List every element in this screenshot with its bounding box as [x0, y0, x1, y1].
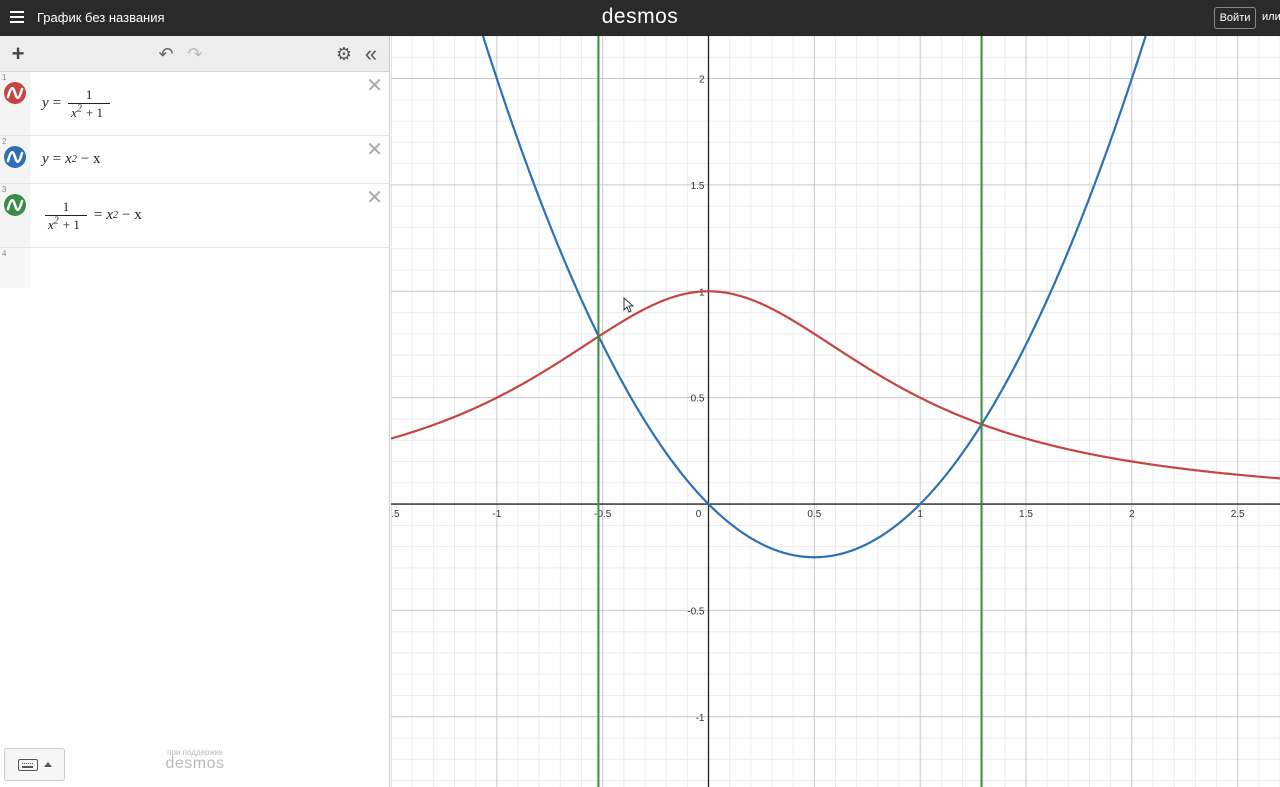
- math-rest: + 1: [85, 104, 104, 120]
- y-tick-label: 0.5: [691, 394, 705, 405]
- keyboard-icon: [17, 758, 38, 771]
- menu-icon[interactable]: [10, 11, 24, 23]
- caret-up-icon: [43, 762, 52, 767]
- expression-item-2[interactable]: 2 y = x2 − x ✕: [0, 136, 389, 184]
- plus-icon[interactable]: +: [6, 36, 30, 72]
- math-equals: =: [52, 95, 62, 111]
- expression-item-3[interactable]: 3 1 x2 + 1 = x 2 − x ✕: [0, 184, 389, 248]
- expression-gutter: 4: [0, 248, 30, 288]
- x-tick-label: 2.5: [1231, 509, 1245, 520]
- math-lhs: y: [42, 95, 49, 111]
- y-tick-label: 1: [699, 287, 705, 298]
- math-exponent: 2: [53, 215, 59, 227]
- desmos-logo: desmos: [601, 5, 679, 28]
- powered-by-logo: desmos: [165, 755, 225, 772]
- x-tick-label: 0.5: [807, 509, 821, 520]
- expression-panel: + ↶ ↷ ⚙ « 1 y = 1 x2 + 1 ✕ 2 y = x 2 − x…: [0, 36, 390, 787]
- y-tick-label: 1.5: [691, 181, 705, 192]
- graph-paper[interactable]: -1.5 -1 -0.5 0 0.5 1 1.5 2 2.5 -1 -0.5 0.5 1 1.5 2: [391, 36, 1280, 787]
- math-rest: − x: [122, 207, 142, 223]
- gear-icon[interactable]: ⚙: [333, 36, 355, 72]
- login-button[interactable]: Войти: [1214, 7, 1256, 29]
- curve-icon[interactable]: [4, 194, 26, 216]
- top-bar: График без названия desmos Войти или: [0, 0, 1280, 36]
- keyboard-toggle-button[interactable]: [4, 748, 65, 781]
- x-tick-label: 1: [917, 509, 923, 520]
- math-fraction: 1 x2 + 1: [45, 199, 87, 233]
- expression-gutter: 3: [0, 184, 30, 247]
- fraction-denominator: x2 + 1: [45, 214, 87, 233]
- y-tick-label: -0.5: [687, 606, 705, 617]
- redo-icon[interactable]: ↷: [184, 36, 206, 72]
- mouse-cursor-icon: [623, 297, 635, 313]
- math-fraction: 1 x2 + 1: [68, 86, 111, 121]
- expression-number: 4: [2, 249, 7, 258]
- fraction-numerator: 1: [62, 198, 70, 214]
- expression-math[interactable]: y = 1 x2 + 1: [42, 72, 113, 135]
- tick-labels: -1.5 -1 -0.5 0 0.5 1 1.5 2 2.5 -1 -0.5 0.5 1 1.5 2: [391, 75, 1245, 724]
- curve-icon[interactable]: [4, 146, 26, 168]
- expression-number: 3: [2, 185, 7, 194]
- math-rest: + 1: [62, 216, 80, 232]
- math-var: x: [65, 151, 72, 167]
- curve-icon[interactable]: [4, 82, 26, 104]
- x-tick-label: 2: [1129, 509, 1135, 520]
- close-icon[interactable]: ✕: [366, 188, 383, 208]
- y-tick-label: 2: [699, 75, 705, 86]
- math-rest: − x: [80, 151, 101, 167]
- close-icon[interactable]: ✕: [366, 140, 383, 160]
- powered-by[interactable]: при поддержке desmos: [160, 748, 230, 773]
- math-exponent: 2: [76, 103, 82, 115]
- expression-math[interactable]: 1 x2 + 1 = x 2 − x: [42, 184, 146, 247]
- expression-item-4[interactable]: 4: [0, 248, 389, 288]
- y-tick-label: -1: [696, 713, 705, 724]
- expression-number: 2: [2, 137, 7, 146]
- x-tick-label: 0: [696, 509, 702, 520]
- expression-gutter: 1: [0, 72, 30, 135]
- expression-number: 1: [2, 73, 7, 82]
- fraction-numerator: 1: [85, 86, 93, 102]
- expression-math[interactable]: y = x2 − x: [42, 136, 105, 183]
- x-tick-label: -1.5: [391, 509, 400, 520]
- x-tick-label: 1.5: [1019, 509, 1033, 520]
- undo-icon[interactable]: ↶: [155, 36, 177, 72]
- close-icon[interactable]: ✕: [366, 76, 383, 96]
- fraction-denominator: x2 + 1: [68, 102, 111, 121]
- math-var: x: [106, 207, 114, 223]
- math-lhs: y: [42, 151, 49, 167]
- expression-toolbar: + ↶ ↷ ⚙ «: [0, 36, 389, 72]
- or-label: или: [1262, 11, 1280, 23]
- expression-item-1[interactable]: 1 y = 1 x2 + 1 ✕: [0, 72, 389, 136]
- math-equals: =: [52, 151, 62, 167]
- double-chevron-left-icon[interactable]: «: [360, 36, 382, 72]
- math-equals: =: [93, 207, 103, 223]
- graph-title[interactable]: График без названия: [37, 10, 165, 25]
- x-tick-label: -1: [492, 509, 501, 520]
- x-tick-label: -0.5: [594, 509, 612, 520]
- graph-canvas[interactable]: -1.5 -1 -0.5 0 0.5 1 1.5 2 2.5 -1 -0.5 0.5 1 1.5 2: [391, 36, 1280, 787]
- minor-gridlines: [391, 36, 1280, 787]
- expression-gutter: 2: [0, 136, 30, 183]
